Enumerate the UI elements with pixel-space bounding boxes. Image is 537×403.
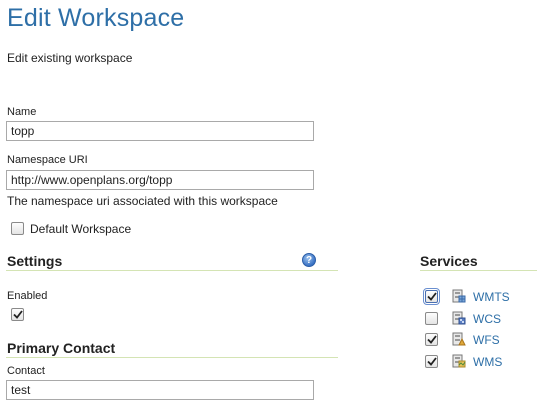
settings-title: Settings	[7, 253, 63, 269]
wms-checkbox[interactable]	[425, 355, 438, 368]
wcs-service-link[interactable]: WCS	[473, 312, 501, 326]
checkmark-icon	[426, 357, 437, 366]
wcs-service-icon	[452, 311, 466, 325]
enabled-checkbox[interactable]	[11, 308, 24, 321]
wmts-service-icon	[452, 289, 466, 303]
settings-divider	[6, 270, 338, 271]
wmts-checkbox[interactable]	[423, 288, 440, 305]
enabled-label: Enabled	[7, 290, 48, 302]
default-workspace-label: Default Workspace	[30, 222, 132, 236]
contact-input[interactable]	[6, 380, 314, 400]
page-subtitle: Edit existing workspace	[7, 51, 133, 65]
name-input[interactable]	[6, 121, 314, 141]
wms-service-icon	[452, 354, 466, 368]
wcs-checkbox[interactable]	[425, 312, 438, 325]
default-workspace-checkbox[interactable]	[11, 222, 24, 235]
checkmark-icon	[12, 310, 23, 319]
name-label: Name	[7, 106, 37, 118]
page-title: Edit Workspace	[7, 4, 185, 32]
services-title: Services	[420, 253, 478, 269]
primary-contact-title: Primary Contact	[7, 340, 116, 356]
namespace-uri-help: The namespace uri associated with this w…	[7, 194, 278, 208]
contact-label: Contact	[7, 365, 45, 377]
primary-contact-divider	[6, 357, 338, 358]
help-icon[interactable]: ?	[302, 253, 316, 267]
wfs-service-icon	[452, 332, 466, 346]
namespace-uri-label: Namespace URI	[7, 154, 88, 166]
checkmark-icon	[426, 335, 437, 344]
wfs-checkbox[interactable]	[425, 333, 438, 346]
namespace-uri-input[interactable]	[6, 170, 314, 190]
wfs-service-link[interactable]: WFS	[473, 333, 500, 347]
services-divider	[420, 270, 537, 271]
wmts-service-link[interactable]: WMTS	[473, 290, 510, 304]
checkmark-icon	[426, 292, 437, 301]
wms-service-link[interactable]: WMS	[473, 355, 502, 369]
